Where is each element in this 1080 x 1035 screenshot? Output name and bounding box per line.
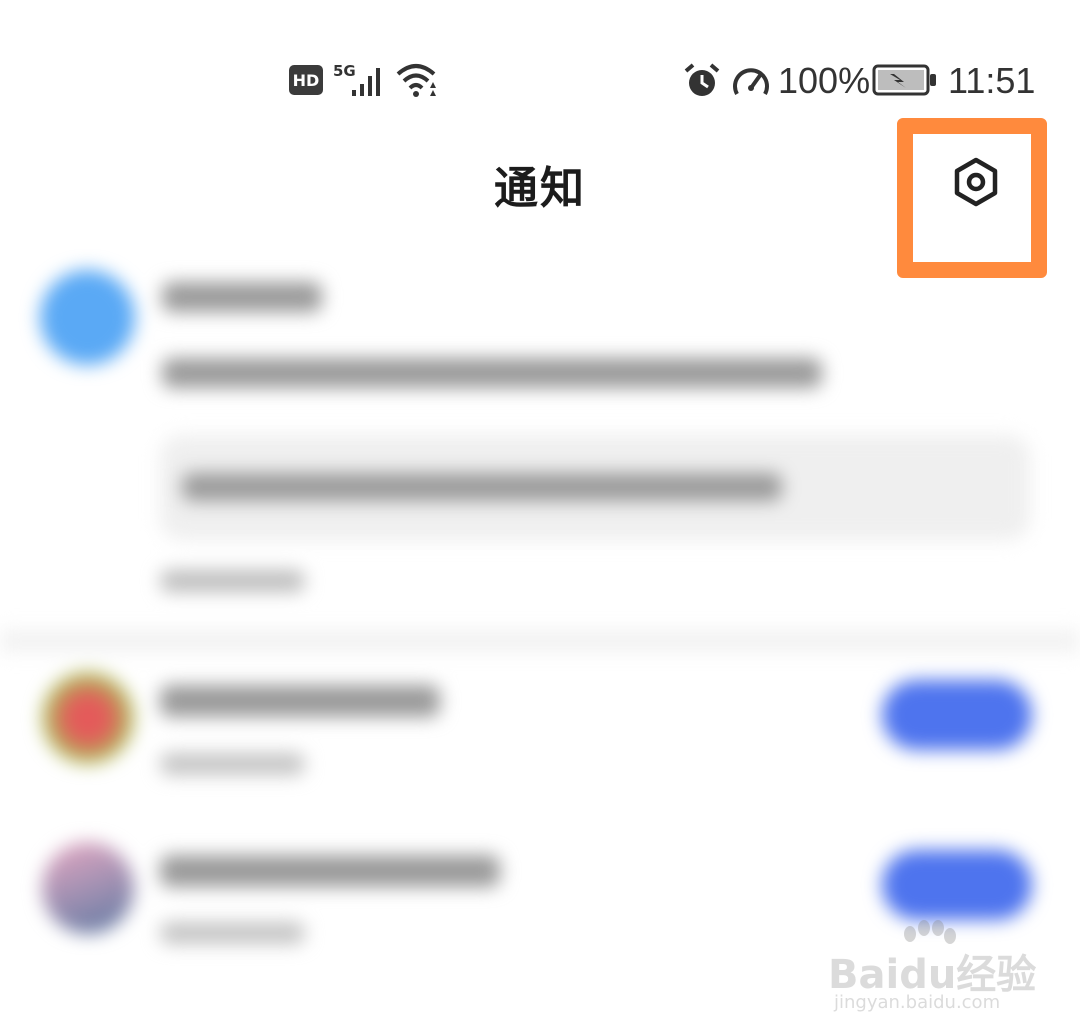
notification-list [0,230,1080,1035]
avatar [42,842,134,934]
notification-sender-placeholder [162,282,322,312]
watermark-url: jingyan.baidu.com [834,992,1001,1013]
follow-back-button[interactable] [882,680,1032,750]
quoted-content-card [160,435,1030,540]
avatar [42,672,134,764]
wifi-icon [396,62,440,98]
speedometer-icon [731,62,771,100]
section-divider [0,630,1080,652]
clock: 11:51 [948,60,1036,101]
alarm-icon [683,62,721,100]
follow-back-button[interactable] [882,850,1032,920]
hd-badge: HD [289,65,323,95]
timestamp-placeholder [160,922,305,944]
notification-sender-placeholder [160,855,500,887]
battery-charging-icon [872,64,938,96]
battery-percent: 100% [778,60,871,101]
status-bar: HD 5G 100% 11:51 [0,50,1080,114]
timestamp-placeholder [160,753,305,775]
notification-text-placeholder [162,358,822,388]
quoted-text-placeholder [182,473,782,501]
notification-sender-placeholder [160,685,440,717]
timestamp-placeholder [160,570,305,592]
avatar [40,270,135,365]
signal-icon [350,64,386,96]
